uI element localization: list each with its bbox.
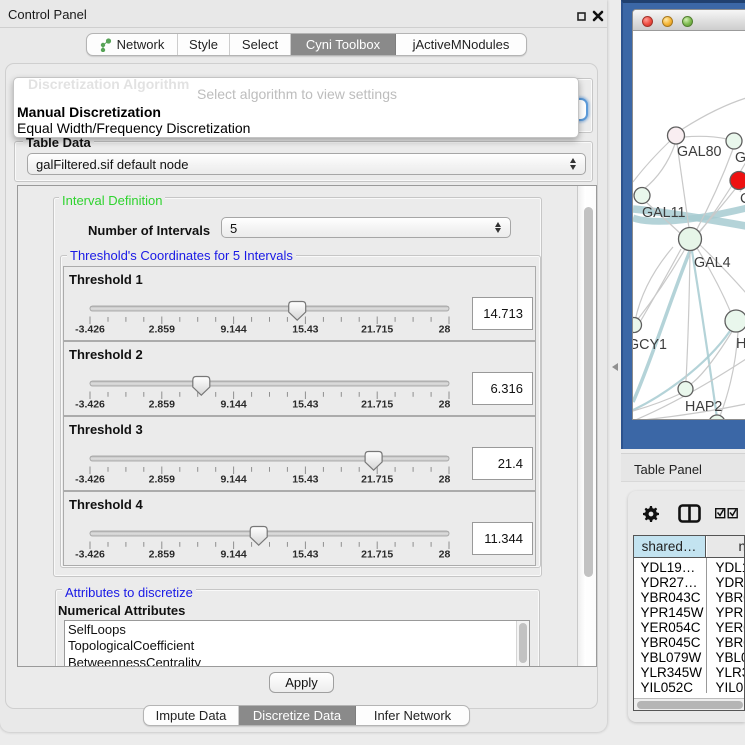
svg-text:GAL: GAL <box>735 150 745 166</box>
svg-text:28: 28 <box>439 324 451 336</box>
svg-text:H: H <box>736 336 745 352</box>
svg-text:15.43: 15.43 <box>292 549 318 561</box>
svg-text:9.144: 9.144 <box>220 549 246 561</box>
svg-text:15.43: 15.43 <box>292 324 318 336</box>
svg-text:15.43: 15.43 <box>292 474 318 486</box>
svg-text:GAL11: GAL11 <box>642 205 685 221</box>
svg-text:9.144: 9.144 <box>220 399 246 411</box>
svg-text:2.859: 2.859 <box>149 474 175 486</box>
svg-text:15.43: 15.43 <box>292 399 318 411</box>
svg-text:21.715: 21.715 <box>361 474 393 486</box>
svg-text:-3.426: -3.426 <box>75 399 105 411</box>
svg-text:C: C <box>740 191 745 207</box>
svg-text:GAL4: GAL4 <box>694 255 731 271</box>
svg-text:28: 28 <box>439 549 451 561</box>
svg-text:21.715: 21.715 <box>361 324 393 336</box>
svg-text:28: 28 <box>439 399 451 411</box>
svg-text:2.859: 2.859 <box>149 324 175 336</box>
svg-text:9.144: 9.144 <box>220 474 246 486</box>
svg-text:21.715: 21.715 <box>361 399 393 411</box>
svg-text:GAL80: GAL80 <box>677 144 722 160</box>
svg-text:2.859: 2.859 <box>149 549 175 561</box>
svg-text:28: 28 <box>439 474 451 486</box>
svg-text:21.715: 21.715 <box>361 549 393 561</box>
svg-text:-3.426: -3.426 <box>75 549 105 561</box>
svg-text:-3.426: -3.426 <box>75 474 105 486</box>
svg-text:2.859: 2.859 <box>149 399 175 411</box>
svg-text:GCY1: GCY1 <box>633 337 667 353</box>
svg-text:9.144: 9.144 <box>220 324 246 336</box>
svg-text:HAP2: HAP2 <box>685 399 722 415</box>
svg-text:-3.426: -3.426 <box>75 324 105 336</box>
